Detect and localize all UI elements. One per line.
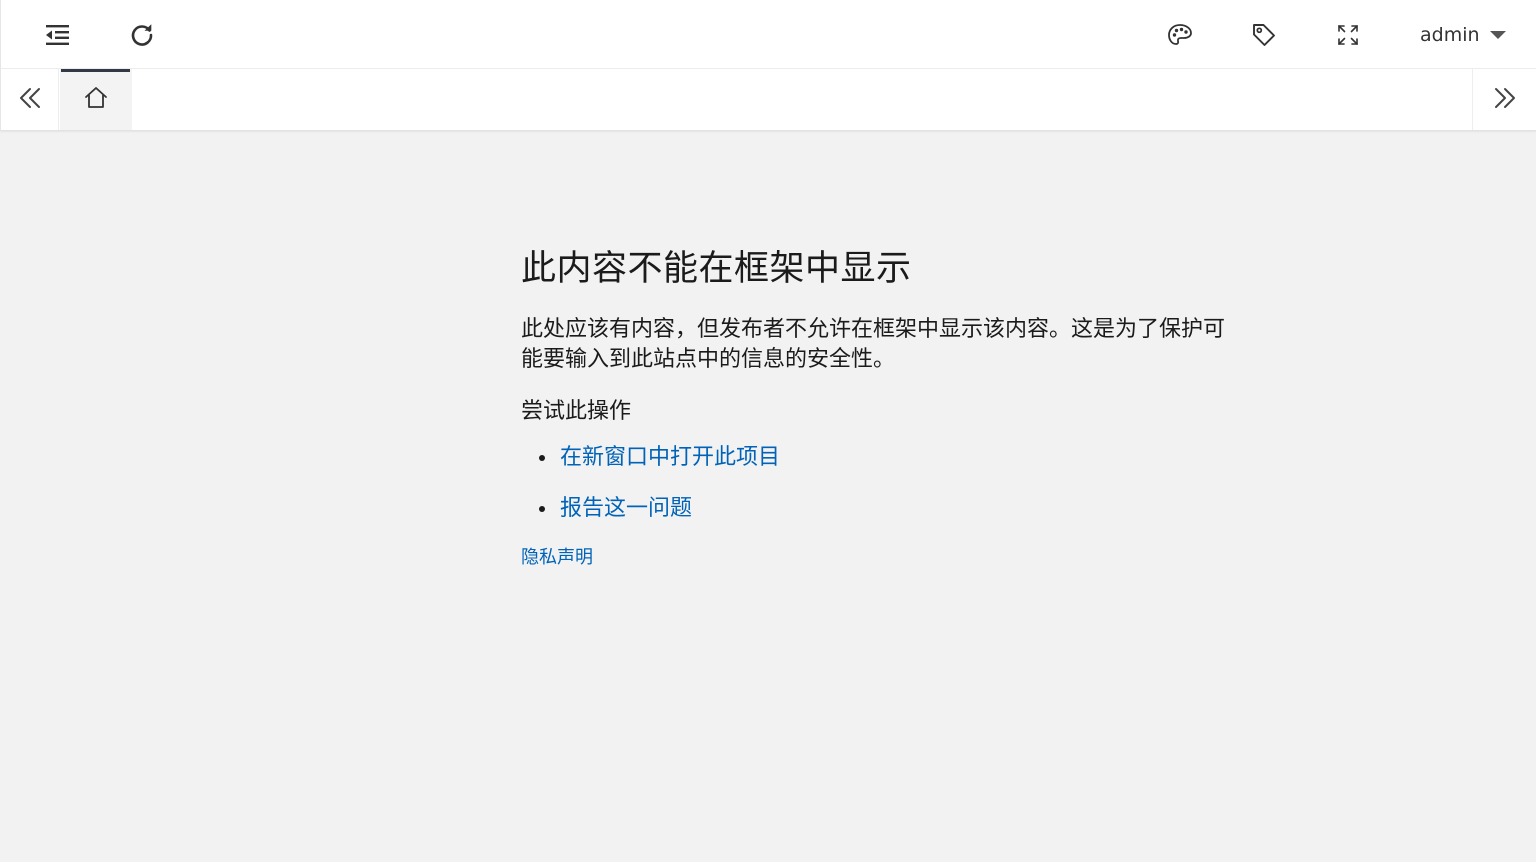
user-name: admin [1420,23,1480,46]
tag-icon [1251,22,1277,48]
menu-collapse-icon [45,23,71,47]
action-list: 在新窗口中打开此项目 报告这一问题 [521,443,1261,524]
list-item: 报告这一问题 [539,494,1261,524]
try-heading: 尝试此操作 [521,399,632,424]
double-chevron-right-icon [1492,85,1518,115]
fullscreen-icon [1337,24,1359,46]
tab-scroll-left-button[interactable] [1,69,59,130]
double-chevron-left-icon [17,85,43,115]
report-problem-link[interactable]: 报告这一问题 [560,496,692,521]
tag-button[interactable] [1236,0,1292,69]
menu-toggle-button[interactable] [30,0,86,69]
active-tab-indicator [61,69,130,72]
palette-icon [1167,23,1193,47]
bullet [539,455,545,461]
error-description: 此处应该有内容，但发布者不允许在框架中显示该内容。这是为了保护可能要输入到此站点… [521,317,1226,372]
frame-error-panel: 此内容不能在框架中显示 此处应该有内容，但发布者不允许在框架中显示该内容。这是为… [521,243,1261,571]
theme-button[interactable] [1152,0,1208,69]
privacy-statement-link[interactable]: 隐私声明 [521,547,593,568]
home-icon [83,85,109,115]
open-in-new-window-link[interactable]: 在新窗口中打开此项目 [560,445,780,470]
tab-scroll-right-button[interactable] [1472,69,1536,130]
refresh-icon [129,22,155,48]
user-menu[interactable]: admin [1401,0,1521,69]
top-header: admin [0,0,1536,69]
privacy-row: 隐私声明 [521,545,1261,571]
bullet [539,506,545,512]
fullscreen-button[interactable] [1320,0,1376,69]
list-item: 在新窗口中打开此项目 [539,443,1261,473]
tab-bar [0,69,1536,131]
caret-down-icon [1489,30,1506,39]
refresh-button[interactable] [114,0,170,69]
error-title: 此内容不能在框架中显示 [521,249,912,289]
tab-home[interactable] [60,69,132,130]
